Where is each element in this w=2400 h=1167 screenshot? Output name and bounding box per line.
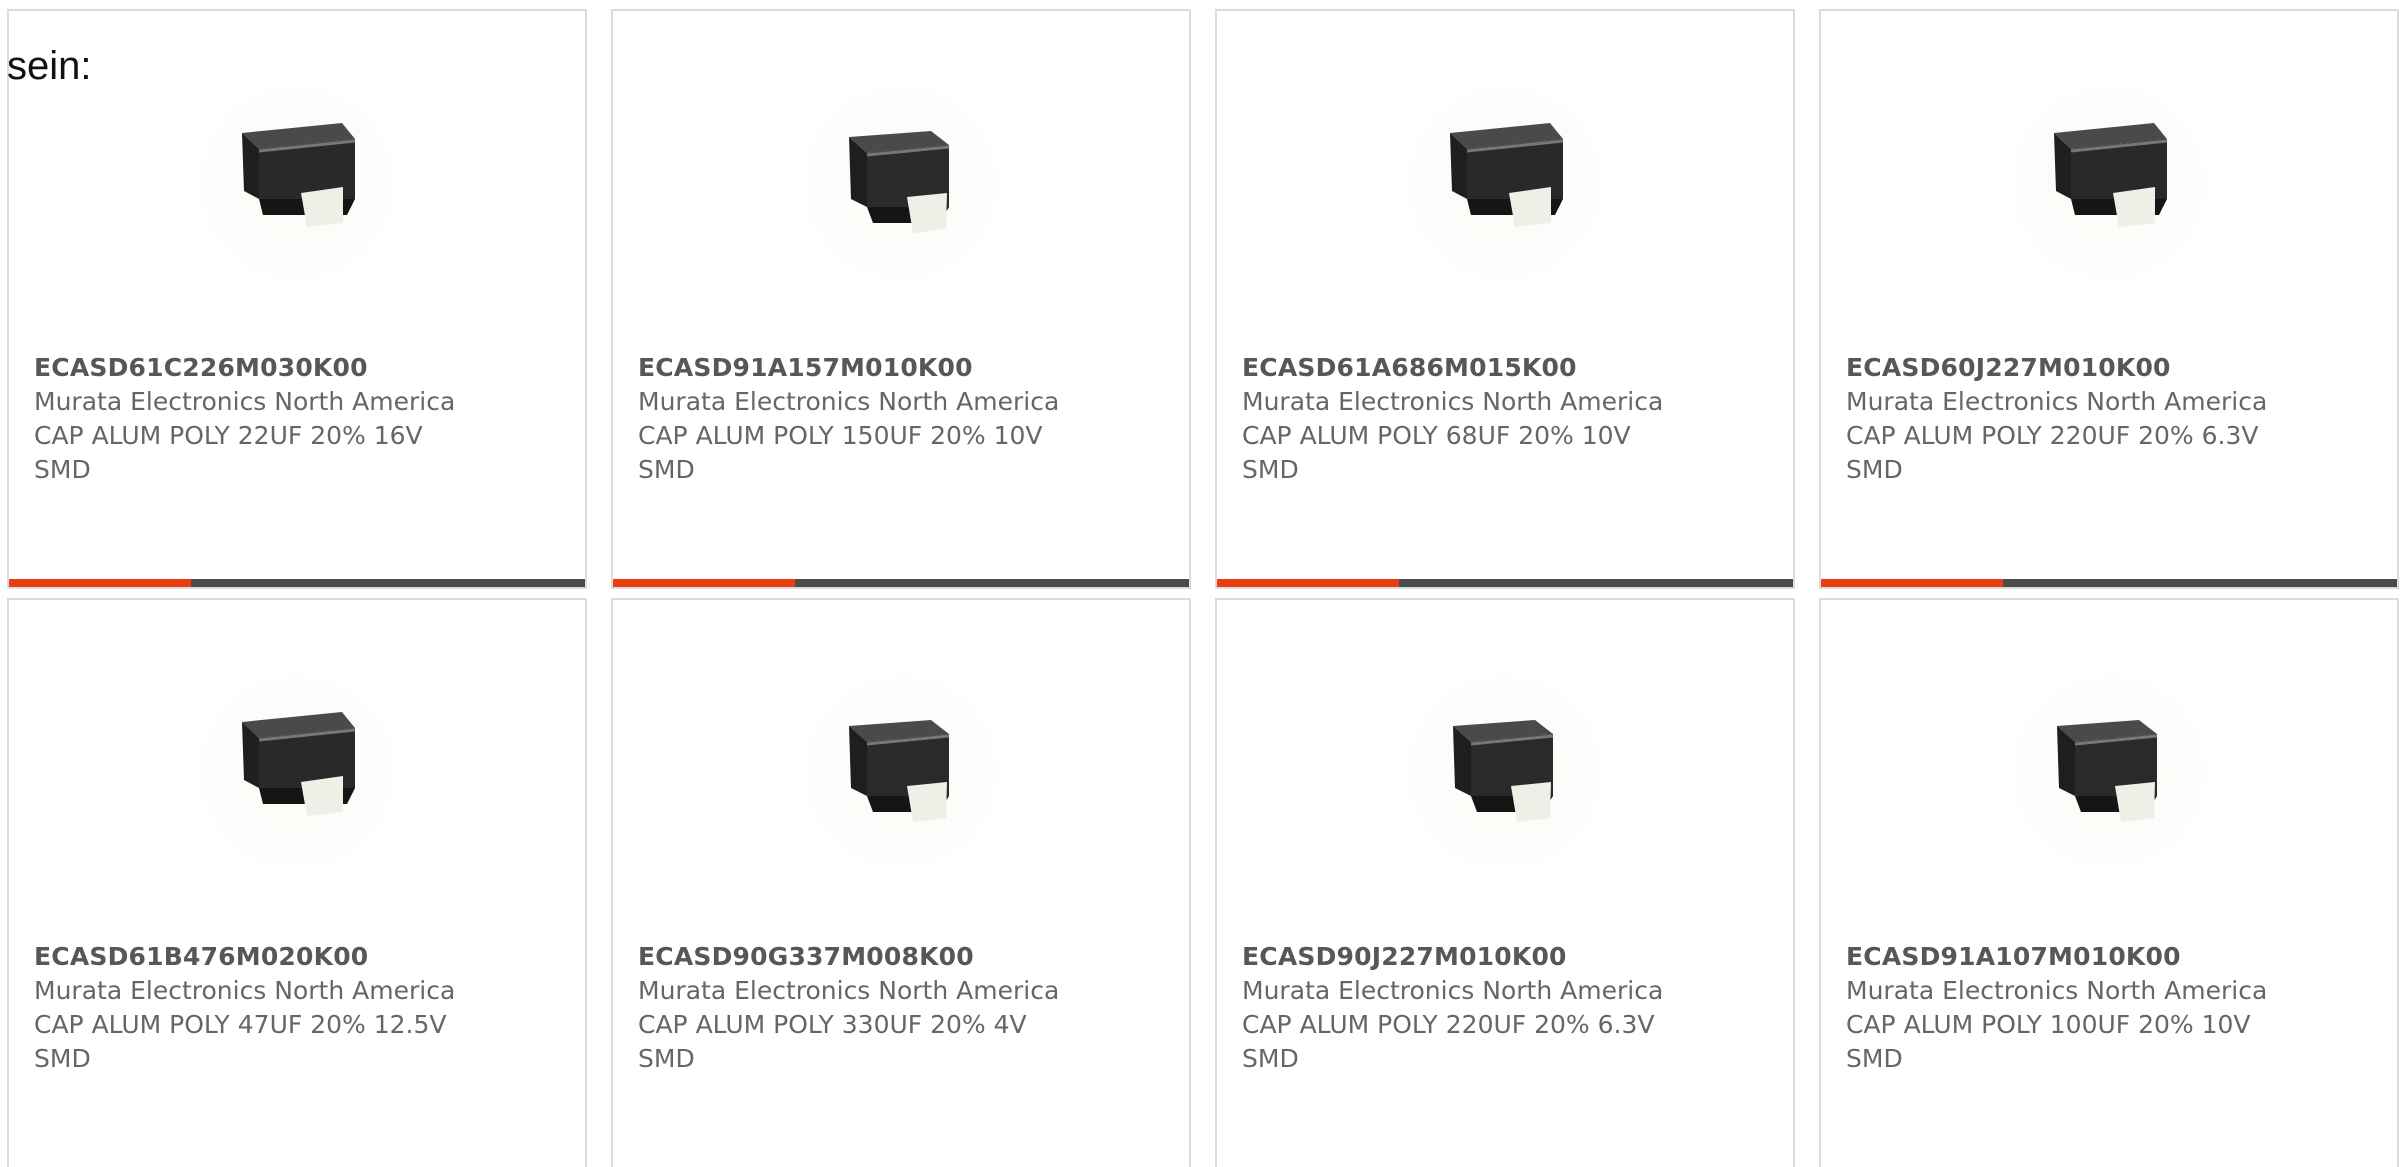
card-accent-fill: [613, 579, 795, 587]
manufacturer-name: Murata Electronics North America: [34, 976, 456, 1005]
product-card[interactable]: ECASD60J227M010K00 Murata Electronics No…: [1819, 9, 2399, 589]
card-accent-fill: [9, 579, 191, 587]
card-bottom-bar: [613, 579, 1189, 587]
product-description: CAP ALUM POLY 150UF 20% 10V SMD: [638, 421, 1043, 484]
product-details: ECASD90J227M010K00 Murata Electronics No…: [1242, 940, 1762, 1076]
part-number[interactable]: ECASD90J227M010K00: [1242, 940, 1762, 974]
smd-capacitor-image[interactable]: [2009, 83, 2209, 283]
card-bottom-bar: [9, 579, 585, 587]
product-details: ECASD60J227M010K00 Murata Electronics No…: [1846, 351, 2366, 487]
smd-capacitor-image[interactable]: [801, 672, 1001, 872]
product-details: ECASD61A686M015K00 Murata Electronics No…: [1242, 351, 1762, 487]
manufacturer-name: Murata Electronics North America: [1846, 387, 2268, 416]
part-number[interactable]: ECASD60J227M010K00: [1846, 351, 2366, 385]
part-number[interactable]: ECASD61A686M015K00: [1242, 351, 1762, 385]
product-details: ECASD91A107M010K00 Murata Electronics No…: [1846, 940, 2366, 1076]
product-card[interactable]: ECASD61C226M030K00 Murata Electronics No…: [7, 9, 587, 589]
card-bottom-bar: [1821, 579, 2397, 587]
card-accent-fill: [1217, 579, 1399, 587]
product-description: CAP ALUM POLY 220UF 20% 6.3V SMD: [1846, 421, 2259, 484]
product-card[interactable]: ECASD90J227M010K00 Murata Electronics No…: [1215, 598, 1795, 1167]
manufacturer-name: Murata Electronics North America: [1846, 976, 2268, 1005]
product-details: ECASD61B476M020K00 Murata Electronics No…: [34, 940, 554, 1076]
product-details: ECASD61C226M030K00 Murata Electronics No…: [34, 351, 554, 487]
smd-capacitor-image[interactable]: [801, 83, 1001, 283]
manufacturer-name: Murata Electronics North America: [638, 976, 1060, 1005]
product-description: CAP ALUM POLY 100UF 20% 10V SMD: [1846, 1010, 2251, 1073]
product-card[interactable]: ECASD91A107M010K00 Murata Electronics No…: [1819, 598, 2399, 1167]
product-description: CAP ALUM POLY 47UF 20% 12.5V SMD: [34, 1010, 447, 1073]
product-description: CAP ALUM POLY 22UF 20% 16V SMD: [34, 421, 423, 484]
product-details: ECASD91A157M010K00 Murata Electronics No…: [638, 351, 1158, 487]
product-description: CAP ALUM POLY 220UF 20% 6.3V SMD: [1242, 1010, 1655, 1073]
card-accent-fill: [1821, 579, 2003, 587]
product-description: CAP ALUM POLY 330UF 20% 4V SMD: [638, 1010, 1027, 1073]
product-grid-page: sein: ECASD61C226M030K00 Murata Electron…: [0, 0, 2400, 1167]
part-number[interactable]: ECASD61C226M030K00: [34, 351, 554, 385]
card-bottom-bar: [1217, 579, 1793, 587]
manufacturer-name: Murata Electronics North America: [34, 387, 456, 416]
product-card[interactable]: ECASD90G337M008K00 Murata Electronics No…: [611, 598, 1191, 1167]
product-card[interactable]: ECASD61A686M015K00 Murata Electronics No…: [1215, 9, 1795, 589]
manufacturer-name: Murata Electronics North America: [1242, 387, 1664, 416]
product-details: ECASD90G337M008K00 Murata Electronics No…: [638, 940, 1158, 1076]
product-card[interactable]: ECASD91A157M010K00 Murata Electronics No…: [611, 9, 1191, 589]
manufacturer-name: Murata Electronics North America: [638, 387, 1060, 416]
part-number[interactable]: ECASD91A157M010K00: [638, 351, 1158, 385]
product-description: CAP ALUM POLY 68UF 20% 10V SMD: [1242, 421, 1631, 484]
smd-capacitor-image[interactable]: [1405, 83, 1605, 283]
smd-capacitor-image[interactable]: [197, 672, 397, 872]
part-number[interactable]: ECASD90G337M008K00: [638, 940, 1158, 974]
smd-capacitor-image[interactable]: [197, 83, 397, 283]
product-card[interactable]: ECASD61B476M020K00 Murata Electronics No…: [7, 598, 587, 1167]
manufacturer-name: Murata Electronics North America: [1242, 976, 1664, 1005]
smd-capacitor-image[interactable]: [2009, 672, 2209, 872]
part-number[interactable]: ECASD91A107M010K00: [1846, 940, 2366, 974]
intro-text: sein:: [7, 44, 92, 88]
part-number[interactable]: ECASD61B476M020K00: [34, 940, 554, 974]
smd-capacitor-image[interactable]: [1405, 672, 1605, 872]
product-grid: ECASD61C226M030K00 Murata Electronics No…: [7, 9, 2400, 1167]
